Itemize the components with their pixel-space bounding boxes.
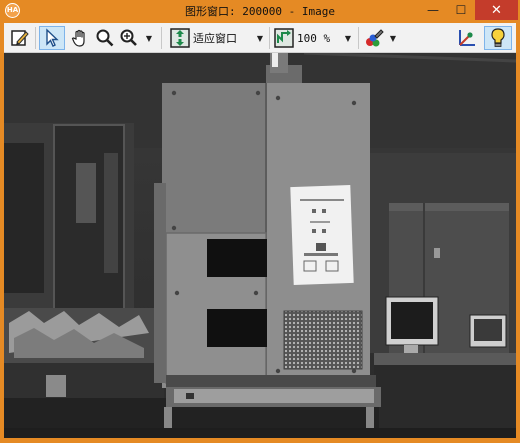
zoom-dropdown-icon[interactable]: ▼ [143,26,155,50]
pan-tool-button[interactable] [68,26,92,50]
zoom-icon [96,29,114,47]
instruction-sheet [290,184,354,286]
title-bar[interactable]: HA 图形窗口: 200000 - Image — ☐ ✕ [0,0,520,22]
zoom-level-dropdown-icon[interactable]: ▼ [342,26,354,50]
zoom-level-select[interactable]: 100 % [297,26,341,50]
toolbar-separator [35,27,36,49]
fit-window-label: 适应窗口 [193,32,237,45]
pointer-tool-button[interactable] [39,26,65,50]
toolbar-separator [161,27,162,49]
zoom-in-button[interactable] [118,26,142,50]
pointer-icon [46,28,59,47]
maximize-button[interactable]: ☐ [447,0,475,20]
toolbar-separator [358,27,359,49]
edit-button[interactable] [8,26,32,50]
zoom-level-button[interactable] [272,26,296,50]
image-canvas[interactable] [4,53,516,438]
machine-image [4,53,516,438]
zoom-level-icon [274,28,294,48]
color-dropdown-icon[interactable]: ▼ [387,26,399,50]
color-button[interactable] [362,26,386,50]
toolbar: ▼ 适应窗口 ▼ 100 % ▼ ▼ [4,23,516,53]
lightbulb-icon [491,28,505,47]
zoom-in-icon [120,29,137,46]
zoom-tool-button[interactable] [94,26,116,50]
edit-icon [11,30,29,46]
fit-window-icon [170,28,190,48]
close-button[interactable]: ✕ [475,0,518,20]
color-icon [366,29,384,47]
hand-icon [71,29,85,47]
zoom-level-label: 100 % [297,31,331,45]
axes-button[interactable] [453,26,479,50]
graphics-window: HA 图形窗口: 200000 - Image — ☐ ✕ ▼ 适应窗口 ▼ 1… [0,0,520,443]
axes-icon [459,30,475,46]
fit-dropdown-icon[interactable]: ▼ [254,26,266,50]
lightbulb-button[interactable] [484,26,512,50]
toolbar-separator [269,27,270,49]
fit-window-select[interactable]: 适应窗口 [193,26,251,50]
fit-window-button[interactable] [168,26,192,50]
minimize-button[interactable]: — [419,0,447,20]
